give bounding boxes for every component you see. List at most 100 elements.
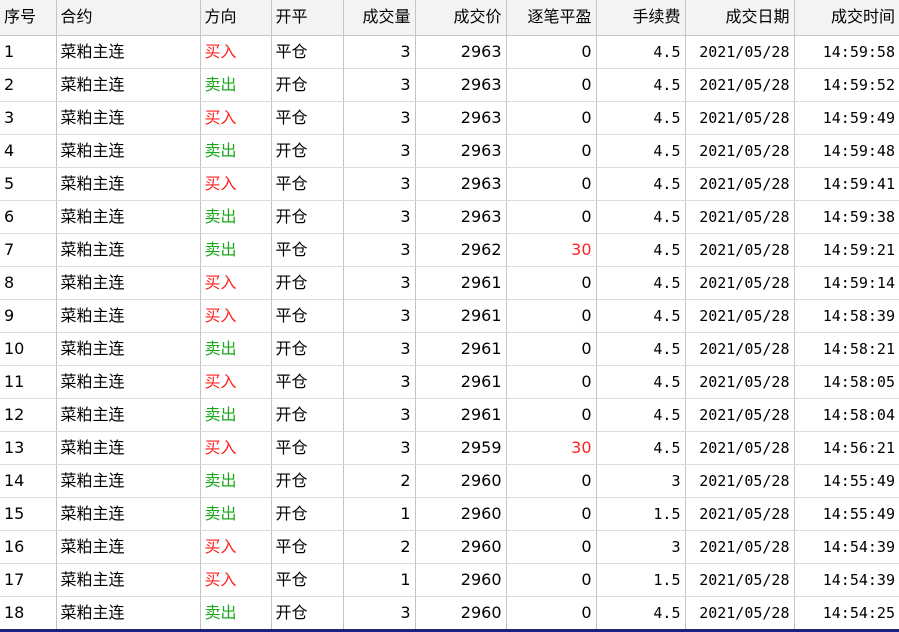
- cell-contract: 菜粕主连: [56, 266, 201, 300]
- cell-price: 2963: [415, 35, 507, 69]
- cell-pnl: 30: [506, 233, 597, 267]
- cell-date: 2021/05/28: [685, 35, 795, 69]
- cell-direction: 买入: [200, 167, 272, 201]
- table-row[interactable]: 18 菜粕主连 卖出 开仓 3 2960 0 4.5 2021/05/28 14:54:25: [0, 596, 899, 630]
- trade-records-table: 序号 合约 方向 开平 成交量 成交价 逐笔平盈 手续费 成交日期 成交时间 1…: [0, 0, 899, 630]
- cell-seq: 17: [0, 563, 57, 597]
- table-row[interactable]: 5 菜粕主连 买入 平仓 3 2963 0 4.5 2021/05/28 14:59:41: [0, 167, 899, 201]
- cell-fee: 4.5: [596, 299, 686, 333]
- cell-date: 2021/05/28: [685, 266, 795, 300]
- cell-fee: 4.5: [596, 35, 686, 69]
- table-row[interactable]: 14 菜粕主连 卖出 开仓 2 2960 0 3 2021/05/28 14:55:49: [0, 464, 899, 498]
- cell-time: 14:56:21: [794, 431, 899, 465]
- cell-volume: 3: [343, 35, 416, 69]
- col-header-contract[interactable]: 合约: [56, 0, 201, 36]
- cell-contract: 菜粕主连: [56, 68, 201, 102]
- cell-open-close: 平仓: [271, 35, 344, 69]
- cell-time: 14:59:58: [794, 35, 899, 69]
- cell-direction: 卖出: [200, 596, 272, 630]
- cell-direction: 卖出: [200, 398, 272, 432]
- cell-contract: 菜粕主连: [56, 431, 201, 465]
- cell-pnl: 0: [506, 398, 597, 432]
- cell-volume: 3: [343, 233, 416, 267]
- table-row[interactable]: 17 菜粕主连 买入 平仓 1 2960 0 1.5 2021/05/28 14:54:39: [0, 563, 899, 597]
- cell-pnl: 0: [506, 101, 597, 135]
- cell-price: 2960: [415, 596, 507, 630]
- cell-fee: 4.5: [596, 266, 686, 300]
- table-row[interactable]: 1 菜粕主连 买入 平仓 3 2963 0 4.5 2021/05/28 14:59:58: [0, 35, 899, 69]
- table-row[interactable]: 12 菜粕主连 卖出 开仓 3 2961 0 4.5 2021/05/28 14:58:04: [0, 398, 899, 432]
- col-header-volume[interactable]: 成交量: [343, 0, 416, 36]
- cell-date: 2021/05/28: [685, 200, 795, 234]
- cell-fee: 3: [596, 530, 686, 564]
- table-row[interactable]: 3 菜粕主连 买入 平仓 3 2963 0 4.5 2021/05/28 14:59:49: [0, 101, 899, 135]
- cell-volume: 3: [343, 431, 416, 465]
- cell-volume: 3: [343, 167, 416, 201]
- cell-date: 2021/05/28: [685, 596, 795, 630]
- cell-pnl: 0: [506, 464, 597, 498]
- cell-time: 14:59:48: [794, 134, 899, 168]
- cell-seq: 7: [0, 233, 57, 267]
- cell-date: 2021/05/28: [685, 563, 795, 597]
- cell-direction: 买入: [200, 266, 272, 300]
- header-row: 序号 合约 方向 开平 成交量 成交价 逐笔平盈 手续费 成交日期 成交时间: [0, 0, 899, 36]
- cell-direction: 卖出: [200, 332, 272, 366]
- cell-time: 14:54:39: [794, 530, 899, 564]
- cell-date: 2021/05/28: [685, 134, 795, 168]
- cell-volume: 1: [343, 563, 416, 597]
- table-row[interactable]: 6 菜粕主连 卖出 开仓 3 2963 0 4.5 2021/05/28 14:59:38: [0, 200, 899, 234]
- cell-price: 2961: [415, 365, 507, 399]
- col-header-price[interactable]: 成交价: [415, 0, 507, 36]
- col-header-open-close[interactable]: 开平: [271, 0, 344, 36]
- table-row[interactable]: 10 菜粕主连 卖出 开仓 3 2961 0 4.5 2021/05/28 14:58:21: [0, 332, 899, 366]
- col-header-date[interactable]: 成交日期: [685, 0, 795, 36]
- table-row[interactable]: 11 菜粕主连 买入 平仓 3 2961 0 4.5 2021/05/28 14:58:05: [0, 365, 899, 399]
- table-row[interactable]: 8 菜粕主连 买入 开仓 3 2961 0 4.5 2021/05/28 14:59:14: [0, 266, 899, 300]
- cell-price: 2959: [415, 431, 507, 465]
- cell-date: 2021/05/28: [685, 299, 795, 333]
- cell-date: 2021/05/28: [685, 233, 795, 267]
- cell-time: 14:58:04: [794, 398, 899, 432]
- table-row[interactable]: 13 菜粕主连 买入 平仓 3 2959 30 4.5 2021/05/28 14:56:21: [0, 431, 899, 465]
- cell-direction: 买入: [200, 530, 272, 564]
- cell-date: 2021/05/28: [685, 332, 795, 366]
- cell-contract: 菜粕主连: [56, 200, 201, 234]
- cell-price: 2960: [415, 464, 507, 498]
- cell-seq: 16: [0, 530, 57, 564]
- cell-price: 2960: [415, 563, 507, 597]
- cell-date: 2021/05/28: [685, 497, 795, 531]
- col-header-seq[interactable]: 序号: [0, 0, 57, 36]
- cell-price: 2961: [415, 299, 507, 333]
- cell-pnl: 0: [506, 365, 597, 399]
- cell-contract: 菜粕主连: [56, 35, 201, 69]
- cell-price: 2961: [415, 332, 507, 366]
- cell-price: 2961: [415, 266, 507, 300]
- cell-seq: 18: [0, 596, 57, 630]
- cell-contract: 菜粕主连: [56, 398, 201, 432]
- cell-open-close: 开仓: [271, 200, 344, 234]
- cell-pnl: 30: [506, 431, 597, 465]
- cell-fee: 4.5: [596, 233, 686, 267]
- col-header-time[interactable]: 成交时间: [794, 0, 899, 36]
- cell-fee: 4.5: [596, 167, 686, 201]
- table-row[interactable]: 9 菜粕主连 买入 平仓 3 2961 0 4.5 2021/05/28 14:58:39: [0, 299, 899, 333]
- cell-seq: 8: [0, 266, 57, 300]
- table-row[interactable]: 16 菜粕主连 买入 平仓 2 2960 0 3 2021/05/28 14:54:39: [0, 530, 899, 564]
- cell-open-close: 平仓: [271, 233, 344, 267]
- col-header-pnl[interactable]: 逐笔平盈: [506, 0, 597, 36]
- table-row[interactable]: 7 菜粕主连 卖出 平仓 3 2962 30 4.5 2021/05/28 14:59:21: [0, 233, 899, 267]
- cell-date: 2021/05/28: [685, 365, 795, 399]
- cell-time: 14:54:39: [794, 563, 899, 597]
- cell-open-close: 开仓: [271, 68, 344, 102]
- table-row[interactable]: 2 菜粕主连 卖出 开仓 3 2963 0 4.5 2021/05/28 14:59:52: [0, 68, 899, 102]
- cell-direction: 买入: [200, 299, 272, 333]
- table-row[interactable]: 15 菜粕主连 卖出 开仓 1 2960 0 1.5 2021/05/28 14:55:49: [0, 497, 899, 531]
- cell-volume: 2: [343, 464, 416, 498]
- col-header-fee[interactable]: 手续费: [596, 0, 686, 36]
- cell-time: 14:58:39: [794, 299, 899, 333]
- cell-contract: 菜粕主连: [56, 530, 201, 564]
- cell-time: 14:59:52: [794, 68, 899, 102]
- table-row[interactable]: 4 菜粕主连 卖出 开仓 3 2963 0 4.5 2021/05/28 14:59:48: [0, 134, 899, 168]
- col-header-direction[interactable]: 方向: [200, 0, 272, 36]
- cell-time: 14:55:49: [794, 497, 899, 531]
